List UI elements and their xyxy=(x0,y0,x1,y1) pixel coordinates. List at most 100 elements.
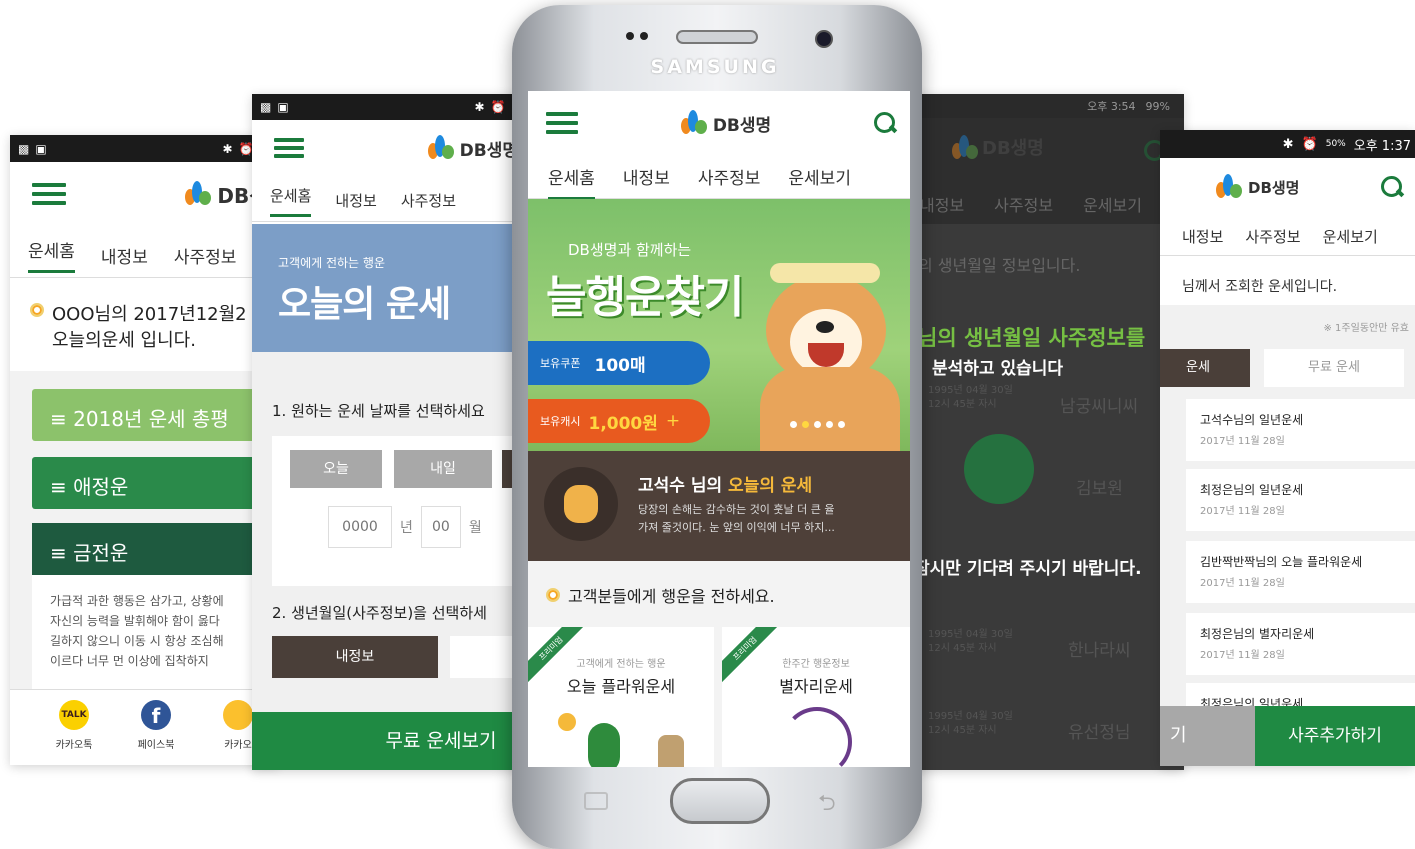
year-input[interactable] xyxy=(328,506,392,548)
recent-apps-icon[interactable] xyxy=(584,792,608,810)
cash-label: 보유캐시 xyxy=(540,415,581,428)
section-love[interactable]: ≡ 애정운 xyxy=(32,457,278,509)
item-title: 최정은님의 일년운세 xyxy=(1200,483,1304,497)
date-today-button[interactable]: 오늘 xyxy=(290,450,382,488)
card-sub: 한주간 행운정보 xyxy=(782,659,850,670)
year-unit: 년 xyxy=(400,520,413,536)
star-fortune-card[interactable]: 프리미엄 한주간 행운정보 별자리운세 xyxy=(722,627,910,767)
birth-date: 1995년 04월 30일 xyxy=(928,385,1013,396)
month-input[interactable] xyxy=(420,506,461,548)
status-bar: 오후 3:54 99% xyxy=(900,94,1184,118)
camera-icon xyxy=(815,30,833,48)
tab-myinfo[interactable]: 내정보 xyxy=(335,190,376,211)
hero-subtitle: DB생명과 함께하는 xyxy=(568,241,692,259)
status-bar: ✱ ⏰ 50% 오후 1:37 xyxy=(1160,130,1415,158)
keep-note: ※ 1주일동안만 유효 xyxy=(1323,323,1410,334)
date-tomorrow-button[interactable]: 내일 xyxy=(394,450,492,488)
add-saju-button[interactable]: 사주추가하기 xyxy=(1255,706,1415,766)
tab-saju[interactable]: 사주정보 xyxy=(401,190,456,211)
screen-main: DB생명 운세홈 내정보 사주정보 운세보기 DB생명과 함께하는 늘행운찾기 … xyxy=(528,91,910,767)
cash-pill[interactable]: 보유캐시 1,000원 + xyxy=(528,399,710,443)
phone-speaker-dots xyxy=(626,32,656,42)
share-kakaotalk[interactable]: TALK 카카오톡 xyxy=(52,700,96,765)
tab-myinfo[interactable]: 내정보 xyxy=(101,243,148,268)
banner-title: 오늘의 운세 xyxy=(278,284,451,325)
tab-saju[interactable]: 사주정보 xyxy=(994,192,1053,224)
name-row: 남궁씨니씨 xyxy=(1060,397,1139,417)
message-icon: ▩ xyxy=(260,100,272,114)
name-row: 김보원 xyxy=(1076,479,1123,499)
info-line: 의 생년월일 정보입니다. xyxy=(918,256,1081,275)
item-title: 고석수님의 일년운세 xyxy=(1200,413,1304,427)
menu-icon[interactable] xyxy=(274,138,304,158)
birth-time: 12시 45분 자시 xyxy=(928,725,997,736)
history-item[interactable]: 최정은님의 일년운세 2017년 11월 28일 xyxy=(1186,469,1415,531)
share-facebook[interactable]: f 페이스북 xyxy=(134,700,178,765)
step2-label: 2. 생년월일(사주정보)을 선택하세 xyxy=(272,604,487,622)
search-icon[interactable] xyxy=(873,112,896,134)
history-item[interactable]: 최정은님의 별자리운세 2017년 11월 28일 xyxy=(1186,613,1415,675)
kakaotalk-icon: TALK xyxy=(59,700,89,730)
add-cash-icon[interactable]: + xyxy=(666,411,680,431)
screen-fortune-result: ▩ ▣ ✱ ⏰ ◠ DB생명 운세홈 내정보 사주정보 OOO님의 2017년1… xyxy=(10,135,278,765)
bluetooth-icon: ✱ xyxy=(474,100,485,114)
tab-fortune[interactable]: 운세보기 xyxy=(1083,192,1142,224)
coupon-label: 보유쿠폰 xyxy=(540,357,581,370)
item-title: 김반짝반짝님의 오늘 플라워운세 xyxy=(1200,555,1363,569)
coupon-pill[interactable]: 보유쿠폰 100매 xyxy=(528,341,710,385)
tab-myinfo[interactable]: 내정보 xyxy=(1182,226,1223,247)
item-date: 2017년 11월 28일 xyxy=(1200,578,1285,589)
menu-icon[interactable] xyxy=(32,183,66,205)
section-annual[interactable]: ≡ 2018년 운세 총평 xyxy=(32,389,278,441)
logo-text: DB생명 xyxy=(1248,178,1300,197)
body-line: 자신의 능력을 발휘해야 함이 옳다 xyxy=(50,614,220,628)
screen-analyzing: 오후 3:54 99% DB생명 내정보 사주정보 운세보기 의 생년월일 정보… xyxy=(900,94,1184,770)
tab-fortune[interactable]: 운세보기 xyxy=(788,164,851,189)
logo-text: DB생명 xyxy=(982,138,1044,159)
status-bar: ▩ ▣ ✱ ⏰ ◠ xyxy=(10,135,278,162)
home-button[interactable] xyxy=(670,778,770,824)
seg-paid-tab[interactable]: 운세 xyxy=(1160,349,1250,387)
phone-brand: SAMSUNG xyxy=(650,56,780,78)
db-logo-icon xyxy=(1216,174,1242,200)
menu-icon[interactable] xyxy=(546,112,578,134)
tab-saju[interactable]: 사주정보 xyxy=(1245,226,1300,247)
notice-line1: OOO님의 2017년12월2 xyxy=(52,304,247,325)
db-logo-icon xyxy=(427,135,454,161)
tab-saju[interactable]: 사주정보 xyxy=(174,243,237,268)
logo-text: DB생명 xyxy=(712,115,772,136)
left-button[interactable]: 기 xyxy=(1160,706,1255,766)
history-heading: 님께서 조회한 운세입니다. xyxy=(1182,279,1338,295)
tab-home[interactable]: 운세홈 xyxy=(28,237,75,273)
cash-value: 1,000원 xyxy=(588,413,658,434)
screen-fortune-select: ▩ ▣ ✱ ⏰ ◠ DB생명 운세홈 내정보 사주정보 고객에게 전하는 행운 … xyxy=(252,94,530,770)
card-title: 오늘 플라워운세 xyxy=(566,677,676,696)
coupon-value: 100매 xyxy=(594,355,646,376)
share-label: 카카오톡 xyxy=(55,740,93,751)
fortune-text: 당장의 손해는 감수하는 것이 훗날 더 큰 율 xyxy=(638,503,835,516)
garden-illustration xyxy=(558,713,688,767)
search-icon[interactable] xyxy=(1381,176,1403,198)
today-fortune-card[interactable]: 고석수 님의 오늘의 운세 당장의 손해는 감수하는 것이 훗날 더 큰 율 가… xyxy=(528,451,910,561)
battery-text: 99% xyxy=(1145,99,1170,113)
facebook-icon: f xyxy=(141,700,171,730)
fortune-highlight: 오늘의 운세 xyxy=(728,476,813,496)
screen-history: ✱ ⏰ 50% 오후 1:37 DB생명 내정보 사주정보 운세보기 님께서 조… xyxy=(1160,130,1415,766)
free-fortune-button[interactable]: 무료 운세보기 xyxy=(252,712,530,770)
back-icon[interactable]: ⮌ xyxy=(818,786,836,824)
flower-fortune-card[interactable]: 프리미엄 고객에게 전하는 행운 오늘 플라워운세 xyxy=(528,627,714,767)
section-title: 고객분들에게 행운을 전하세요. xyxy=(568,587,775,606)
tab-myinfo[interactable]: 내정보 xyxy=(920,192,964,224)
seg-free-tab[interactable]: 무료 운세 xyxy=(1264,349,1404,387)
tab-home[interactable]: 운세홈 xyxy=(548,164,595,200)
tab-home[interactable]: 운세홈 xyxy=(270,185,312,217)
analyzing-title: 님의 생년월일 사주정보를 xyxy=(918,326,1146,350)
tab-fortune[interactable]: 운세보기 xyxy=(1323,226,1378,247)
tab-myinfo[interactable]: 내정보 xyxy=(623,164,670,189)
my-info-button[interactable]: 내정보 xyxy=(272,636,438,678)
tab-saju[interactable]: 사주정보 xyxy=(698,164,761,189)
history-item[interactable]: 고석수님의 일년운세 2017년 11월 28일 xyxy=(1186,399,1415,461)
carousel-dots[interactable] xyxy=(790,421,845,428)
history-item[interactable]: 김반짝반짝님의 오늘 플라워운세 2017년 11월 28일 xyxy=(1186,541,1415,603)
status-bar: ▩ ▣ ✱ ⏰ ◠ xyxy=(252,94,530,120)
